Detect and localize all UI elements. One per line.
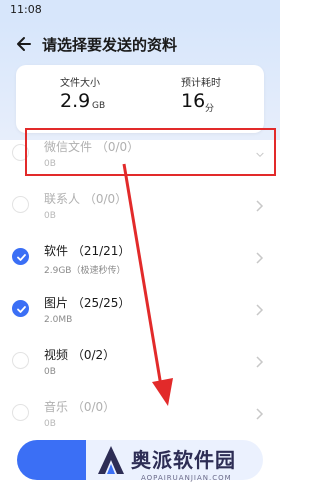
page-title: 请选择要发送的资料 xyxy=(42,36,178,54)
file-size-value: 2.9 xyxy=(60,90,91,112)
chevron-right-icon[interactable] xyxy=(256,304,264,316)
time-unit: 分 xyxy=(205,104,215,114)
status-bar: 11:08 xyxy=(0,0,280,20)
checkbox-music[interactable] xyxy=(12,404,29,421)
chevron-right-icon[interactable] xyxy=(256,408,264,420)
music-title: 音乐 （0/0） xyxy=(44,400,116,414)
music-size: 0B xyxy=(44,419,56,429)
status-time: 11:08 xyxy=(10,3,42,16)
file-size-label: 文件大小 xyxy=(60,78,100,89)
chevron-right-icon[interactable] xyxy=(256,252,264,264)
red-arrow-annotation xyxy=(122,163,173,406)
time-label: 预计耗时 xyxy=(181,78,221,89)
file-size-unit: GB xyxy=(92,101,106,111)
videos-size: 0B xyxy=(44,367,56,377)
checkbox-contacts[interactable] xyxy=(12,196,29,213)
checkbox-videos[interactable] xyxy=(12,352,29,369)
photos-size: 2.0MB xyxy=(44,315,73,325)
chevron-right-icon[interactable] xyxy=(256,200,264,212)
logo-icon xyxy=(98,446,124,474)
contacts-size: 0B xyxy=(44,211,56,221)
chevron-right-icon[interactable] xyxy=(256,356,264,368)
checkmark-icon xyxy=(17,254,26,261)
checkbox-photos[interactable] xyxy=(12,300,29,317)
videos-title: 视频 （0/2） xyxy=(44,348,116,362)
watermark-url: AOPAIRUANJIAN.COM xyxy=(141,474,232,482)
time-value: 16 xyxy=(181,90,206,112)
watermark: 奥派软件园 AOPAIRUANJIAN.COM xyxy=(86,438,276,488)
checkmark-icon xyxy=(17,306,26,313)
back-arrow-icon[interactable] xyxy=(12,34,32,54)
checkbox-apps[interactable] xyxy=(12,248,29,265)
watermark-text: 奥派软件园 xyxy=(131,448,236,472)
summary-card: 文件大小 2.9 GB 预计耗时 16 分 xyxy=(16,65,264,133)
